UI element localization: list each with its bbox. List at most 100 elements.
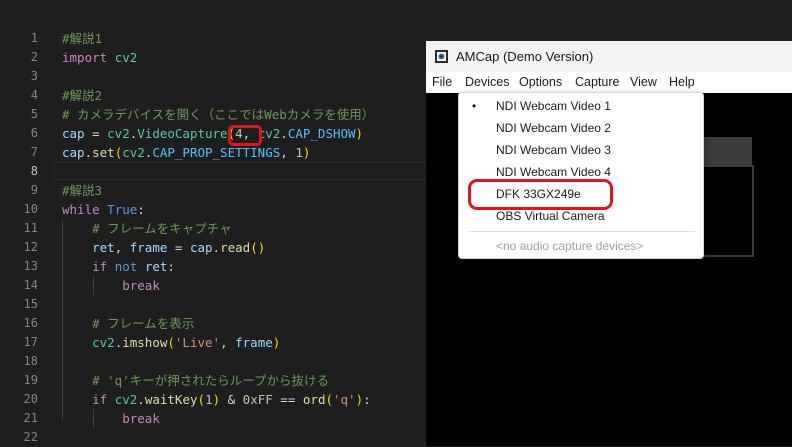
code-token: imshow — [122, 335, 168, 350]
code-token: ) — [302, 145, 311, 160]
code-token: . — [84, 145, 93, 160]
code-token: cap — [62, 145, 85, 160]
line-number: 5 — [30, 107, 38, 121]
highlight-box-capture-index — [228, 125, 262, 146]
menu-separator — [469, 231, 695, 232]
code-text: break — [62, 409, 160, 428]
code-token: #解説2 — [62, 88, 103, 103]
code-token: cv2 — [92, 335, 115, 350]
line-number: 21 — [23, 411, 38, 425]
code-token: import — [62, 50, 108, 65]
code-token: ret — [92, 240, 115, 255]
line-number: 22 — [23, 430, 38, 444]
line-number: 14 — [23, 278, 38, 292]
line-number: 11 — [23, 221, 38, 235]
code-token: ) — [272, 335, 281, 350]
code-token: ) — [212, 392, 221, 407]
child-window-titlebar — [702, 137, 752, 165]
code-token: ) — [355, 126, 364, 141]
code-text: cap = cv2.VideoCapture(4, cv2.CAP_DSHOW) — [62, 124, 363, 143]
code-token: not — [114, 259, 138, 274]
code-token: frame — [129, 240, 168, 255]
code-token: CAP_PROP_SETTINGS — [152, 145, 281, 160]
code-token: # フレームを表示 — [92, 316, 195, 331]
line-number: 1 — [30, 31, 38, 45]
code-token: ( — [167, 335, 175, 350]
code-token: #解説3 — [62, 183, 103, 198]
line-number: 19 — [23, 373, 38, 387]
line-number: 10 — [23, 202, 38, 216]
menu-file[interactable]: File — [432, 75, 452, 89]
code-text: cap.set(cv2.CAP_PROP_SETTINGS, 1) — [62, 143, 310, 162]
code-text: if not ret: — [62, 257, 175, 276]
code-token: set — [92, 145, 115, 160]
code-token: ret — [144, 259, 168, 274]
line-number: 9 — [30, 183, 38, 197]
menu-view[interactable]: View — [630, 75, 657, 89]
line-number: 2 — [30, 50, 38, 64]
code-token: 'q' — [333, 392, 356, 407]
code-text: # フレームを表示 — [62, 314, 194, 333]
menu-capture[interactable]: Capture — [575, 75, 619, 89]
code-text: cv2.imshow('Live', frame) — [62, 333, 280, 352]
line-number: 7 — [30, 145, 38, 159]
line-number: 16 — [23, 316, 38, 330]
device-item-ndi-4[interactable]: NDI Webcam Video 4 — [496, 165, 611, 179]
code-token: == — [272, 392, 303, 407]
code-text: # 'q'キーが押されたらループから抜ける — [62, 371, 329, 390]
code-token: = — [84, 126, 108, 141]
code-token: cv2 — [114, 392, 138, 407]
code-token: , — [114, 240, 130, 255]
child-window-frame — [702, 165, 754, 257]
highlight-box-dfk — [468, 179, 613, 210]
code-token: break — [122, 411, 160, 426]
code-token: frame — [235, 335, 273, 350]
device-item-obs[interactable]: OBS Virtual Camera — [496, 209, 605, 223]
code-token: # カメラデバイスを開く（ここではWebカメラを使用） — [62, 107, 375, 122]
code-token: cap — [62, 126, 85, 141]
code-token: . — [212, 240, 221, 255]
code-token: 'Live' — [174, 335, 221, 350]
code-token: cap — [189, 240, 213, 255]
code-token: CAP_DSHOW — [287, 126, 356, 141]
code-text: # フレームをキャプチャ — [62, 219, 232, 238]
code-token: ( — [325, 392, 333, 407]
code-token: ) — [355, 392, 364, 407]
webcam-icon — [435, 50, 448, 63]
code-text: while True: — [62, 200, 145, 219]
code-text: ret, frame = cap.read() — [62, 238, 265, 257]
line-number: 3 — [30, 69, 38, 83]
title-bar[interactable]: AMCap (Demo Version) — [426, 41, 792, 72]
code-token: waitKey — [144, 392, 198, 407]
code-token: = — [167, 240, 190, 255]
menu-devices[interactable]: Devices — [465, 75, 509, 89]
window-title: AMCap (Demo Version) — [456, 49, 594, 64]
code-text: #解説3 — [62, 181, 102, 200]
line-number: 8 — [30, 164, 38, 178]
code-token: : — [167, 259, 175, 274]
device-item-ndi-2[interactable]: NDI Webcam Video 2 — [496, 121, 611, 135]
code-token: . — [137, 392, 145, 407]
code-token: 0xFF — [242, 392, 273, 407]
menu-help[interactable]: Help — [669, 75, 695, 89]
code-token: break — [122, 278, 160, 293]
code-token: , — [280, 145, 296, 160]
line-number: 18 — [23, 354, 38, 368]
code-token: True — [107, 202, 138, 217]
device-item-ndi-3[interactable]: NDI Webcam Video 3 — [496, 143, 611, 157]
code-token: VideoCapture — [137, 126, 228, 141]
device-item-ndi-1[interactable]: NDI Webcam Video 1 — [496, 99, 611, 113]
line-number: 15 — [23, 297, 38, 311]
code-token: if — [92, 392, 108, 407]
menu-options[interactable]: Options — [519, 75, 562, 89]
code-text: #解説1 — [62, 29, 102, 48]
